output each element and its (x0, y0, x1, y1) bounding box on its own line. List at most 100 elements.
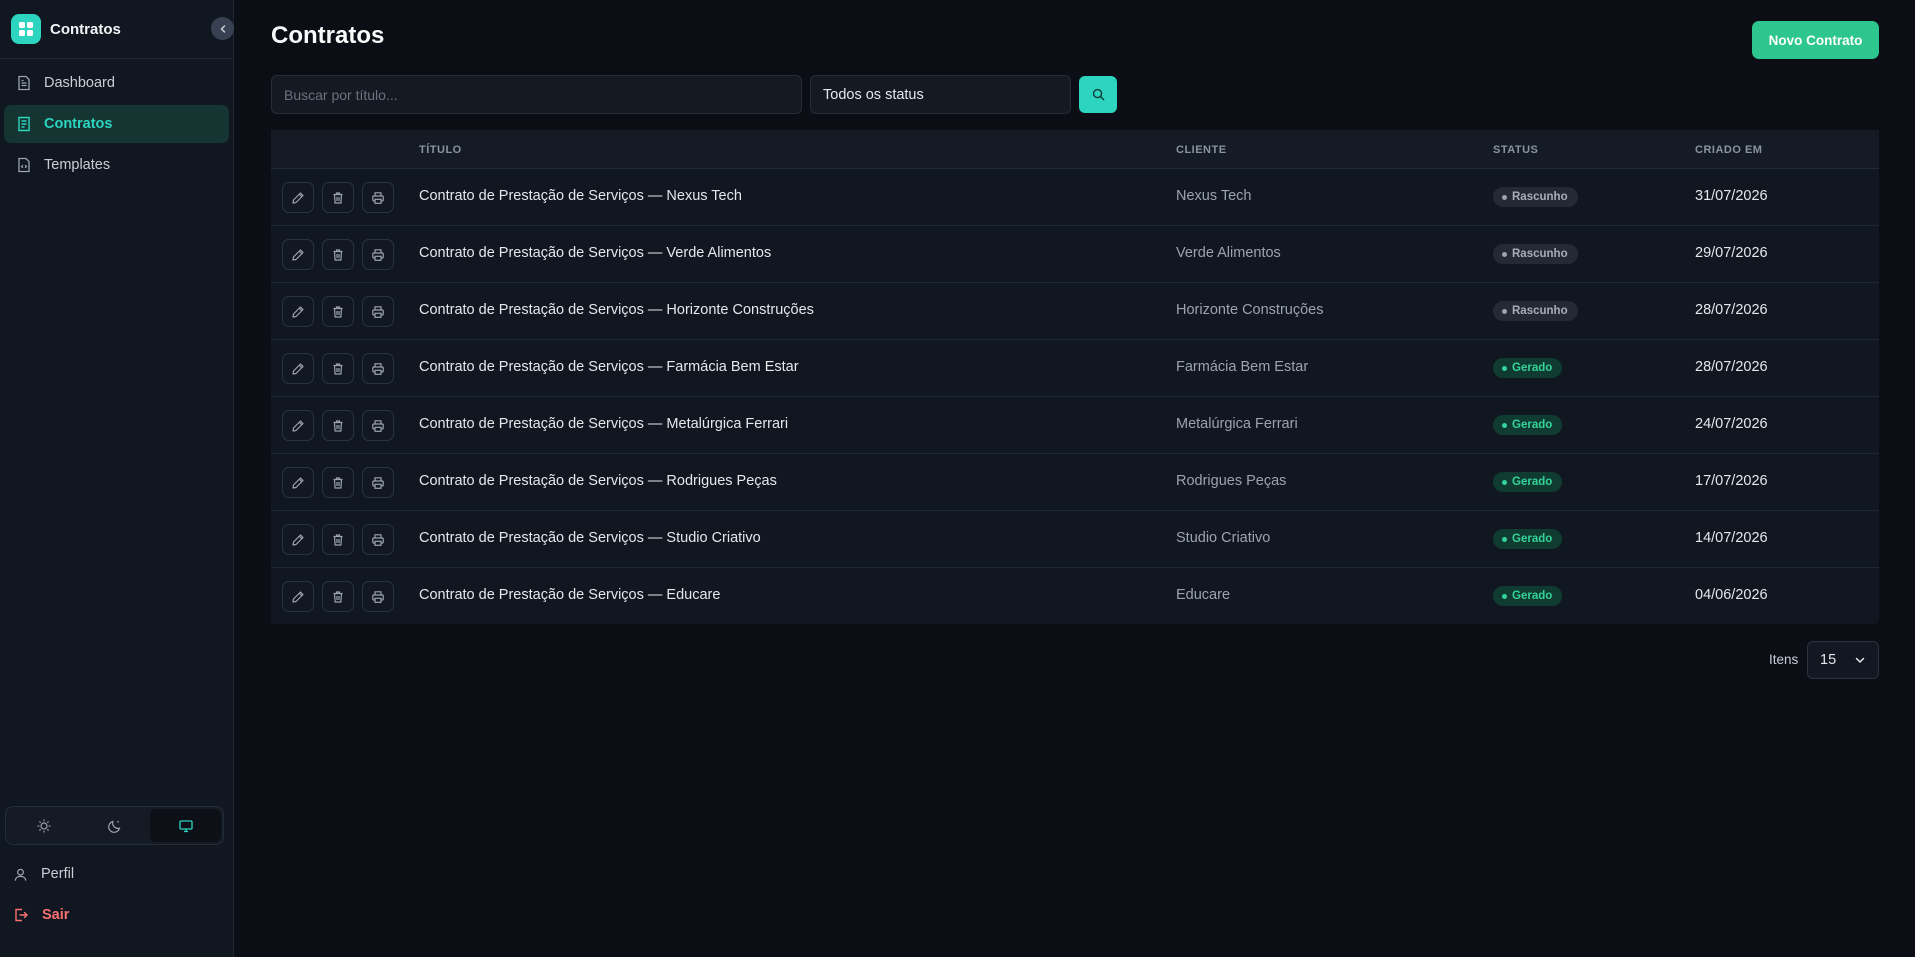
delete-button[interactable] (322, 581, 354, 612)
theme-system-button[interactable] (150, 809, 221, 842)
table-row[interactable]: Contrato de Prestação de Serviços — Stud… (271, 511, 1879, 568)
print-button[interactable] (362, 353, 394, 384)
print-button[interactable] (362, 410, 394, 441)
edit-button[interactable] (282, 182, 314, 213)
contract-title[interactable]: Contrato de Prestação de Serviços — Nexu… (419, 188, 742, 204)
delete-button[interactable] (322, 467, 354, 498)
column-header-created[interactable]: CRIADO EM (1695, 144, 1762, 156)
row-actions (282, 524, 402, 555)
sidebar-item-perfil[interactable]: Perfil (0, 856, 234, 892)
sidebar: Contratos Dashboard Contratos Templates (0, 0, 234, 957)
print-button[interactable] (362, 581, 394, 612)
print-button[interactable] (362, 296, 394, 327)
edit-button[interactable] (282, 581, 314, 612)
contract-created-date: 14/07/2026 (1695, 530, 1768, 546)
status-label: Gerado (1512, 533, 1553, 545)
delete-button[interactable] (322, 296, 354, 327)
delete-button[interactable] (322, 239, 354, 270)
delete-button[interactable] (322, 410, 354, 441)
theme-dark-button[interactable] (79, 809, 150, 842)
contract-title[interactable]: Contrato de Prestação de Serviços — Rodr… (419, 473, 777, 489)
column-header-title[interactable]: TÍTULO (419, 144, 462, 156)
table-row[interactable]: Contrato de Prestação de Serviços — Farm… (271, 340, 1879, 397)
status-badge: Gerado (1493, 586, 1563, 606)
delete-button[interactable] (322, 524, 354, 555)
table-row[interactable]: Contrato de Prestação de Serviços — Rodr… (271, 454, 1879, 511)
page-title: Contratos (271, 22, 385, 49)
new-contract-button[interactable]: Novo Contrato (1752, 21, 1879, 59)
contract-title[interactable]: Contrato de Prestação de Serviços — Educ… (419, 587, 720, 603)
status-badge-pill: Gerado (1493, 415, 1563, 435)
edit-button[interactable] (282, 296, 314, 327)
contract-client: Studio Criativo (1176, 530, 1271, 546)
delete-button[interactable] (322, 182, 354, 213)
status-badge: Gerado (1493, 472, 1563, 492)
table-row[interactable]: Contrato de Prestação de Serviços — Hori… (271, 283, 1879, 340)
contract-created-date: 04/06/2026 (1695, 587, 1768, 603)
row-actions (282, 581, 402, 612)
search-input[interactable] (271, 75, 802, 114)
edit-button[interactable] (282, 410, 314, 441)
moon-icon (107, 820, 120, 833)
edit-button[interactable] (282, 353, 314, 384)
items-per-page-value: 15 (1820, 652, 1837, 668)
row-actions (282, 296, 402, 327)
printer-icon (372, 362, 384, 375)
contract-created-date: 28/07/2026 (1695, 302, 1768, 318)
sidebar-item-dashboard[interactable]: Dashboard (4, 64, 229, 102)
table-row[interactable]: Contrato de Prestação de Serviços — Meta… (271, 397, 1879, 454)
contract-title[interactable]: Contrato de Prestação de Serviços — Stud… (419, 530, 761, 546)
items-per-page-label: Itens (1769, 652, 1799, 667)
print-button[interactable] (362, 239, 394, 270)
table-row[interactable]: Contrato de Prestação de Serviços — Educ… (271, 568, 1879, 625)
pencil-icon (292, 419, 304, 432)
sidebar-item-templates[interactable]: Templates (4, 146, 229, 184)
table-row[interactable]: Contrato de Prestação de Serviços — Nexu… (271, 169, 1879, 226)
print-button[interactable] (362, 467, 394, 498)
status-label: Rascunho (1512, 305, 1568, 317)
delete-button[interactable] (322, 353, 354, 384)
items-per-page-select[interactable]: 15 (1807, 641, 1879, 679)
edit-button[interactable] (282, 467, 314, 498)
contracts-table: TÍTULO CLIENTE STATUS CRIADO EM Contrato… (271, 130, 1879, 624)
trash-icon (333, 533, 343, 546)
print-button[interactable] (362, 524, 394, 555)
status-dot-icon (1502, 536, 1507, 542)
sidebar-nav: Dashboard Contratos Templates (0, 59, 233, 192)
status-badge-pill: Rascunho (1493, 187, 1578, 207)
app-grid-logo-icon (11, 14, 41, 44)
contract-title[interactable]: Contrato de Prestação de Serviços — Farm… (419, 359, 799, 375)
contract-title[interactable]: Contrato de Prestação de Serviços — Hori… (419, 302, 814, 318)
status-filter-select[interactable]: Todos os status (810, 75, 1071, 114)
edit-button[interactable] (282, 239, 314, 270)
sidebar-item-contratos[interactable]: Contratos (4, 105, 229, 143)
template-code-file-icon (18, 157, 30, 173)
contract-created-date: 31/07/2026 (1695, 188, 1768, 204)
trash-icon (333, 248, 343, 261)
trash-icon (333, 305, 343, 318)
dashboard-document-icon (18, 75, 30, 91)
search-button[interactable] (1079, 76, 1117, 113)
sidebar-item-label: Perfil (41, 866, 75, 882)
sidebar-item-label: Contratos (44, 116, 113, 132)
status-badge: Gerado (1493, 529, 1563, 549)
status-dot-icon (1502, 479, 1507, 485)
theme-light-button[interactable] (8, 809, 79, 842)
sun-icon (37, 819, 50, 832)
status-badge-pill: Gerado (1493, 529, 1563, 549)
logout-button[interactable]: Sair (0, 897, 234, 933)
chevron-left-icon (220, 24, 225, 33)
column-header-client[interactable]: CLIENTE (1176, 144, 1227, 156)
logout-icon (15, 908, 28, 922)
contract-client: Metalúrgica Ferrari (1176, 416, 1298, 432)
print-button[interactable] (362, 182, 394, 213)
contract-title[interactable]: Contrato de Prestação de Serviços — Meta… (419, 416, 788, 432)
trash-icon (333, 419, 343, 432)
app-title: Contratos (50, 20, 121, 38)
edit-button[interactable] (282, 524, 314, 555)
collapse-sidebar-button[interactable] (211, 17, 234, 40)
column-header-status[interactable]: STATUS (1493, 144, 1538, 156)
theme-switcher (5, 806, 224, 845)
table-row[interactable]: Contrato de Prestação de Serviços — Verd… (271, 226, 1879, 283)
contract-title[interactable]: Contrato de Prestação de Serviços — Verd… (419, 245, 771, 261)
